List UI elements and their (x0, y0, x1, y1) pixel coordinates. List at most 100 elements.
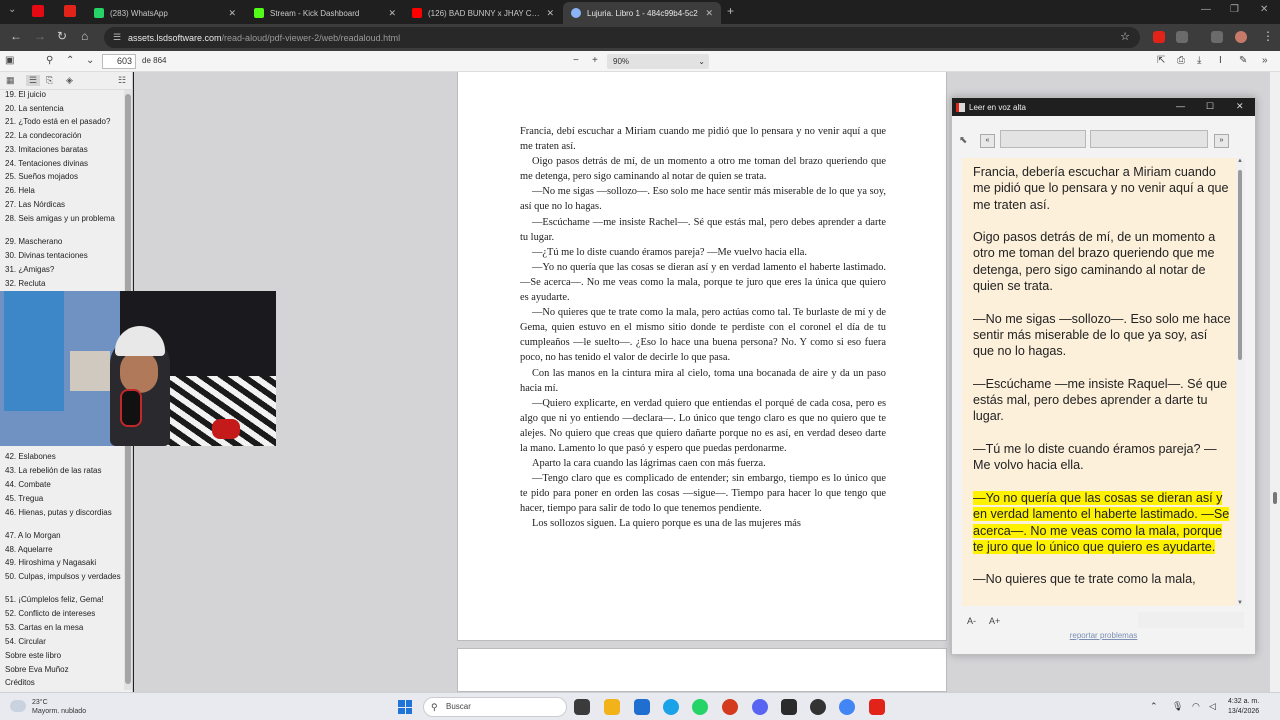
outline-item[interactable]: 51. ¡Cúmplelos feliz, Gema! (5, 595, 123, 604)
outline-item[interactable]: 50. Culpas, impulsos y verdades (5, 572, 123, 581)
profile-avatar[interactable] (1235, 31, 1247, 43)
attachments-icon[interactable]: ⎘ (46, 75, 53, 86)
outline-item[interactable]: 52. Conflicto de intereses (5, 609, 123, 618)
back-icon[interactable]: ← (10, 29, 22, 43)
tab-search-icon[interactable]: ⌄ (8, 4, 16, 15)
scroll-thumb[interactable] (1273, 492, 1277, 504)
tab-whatsapp[interactable]: (283) WhatsApp ✕ (86, 2, 244, 24)
clock[interactable]: 4:32 a. m. 13/4/2026 (1228, 697, 1259, 717)
outline-item[interactable]: 32. Recluta (5, 279, 123, 288)
volume-icon[interactable]: ◁ (1209, 701, 1216, 712)
find-icon[interactable]: ⚲ (46, 55, 53, 66)
close-tab-icon[interactable]: ✕ (546, 8, 554, 19)
chrome-icon[interactable] (839, 699, 855, 715)
extensions-icon[interactable] (1176, 31, 1188, 43)
tab-lujuria[interactable]: Lujuria. Libro 1 - 484c99b4-5c2 ✕ (563, 2, 721, 24)
scroll-up-icon[interactable]: ▲ (1237, 158, 1243, 164)
maximize-icon[interactable]: ☐ (1206, 101, 1214, 112)
close-tab-icon[interactable]: ✕ (705, 8, 713, 19)
close-tab-icon[interactable]: ✕ (228, 8, 236, 19)
decrease-font-button[interactable]: A- (967, 616, 976, 626)
print-icon[interactable]: ⎙ (1177, 55, 1185, 66)
forward-button[interactable]: » (1214, 134, 1229, 148)
text-scrollbar[interactable]: ▲ ▼ (1236, 158, 1245, 606)
tab-youtube[interactable]: (126) BAD BUNNY x JHAY CORTEZ ✕ (404, 2, 562, 24)
tray-chevron-icon[interactable]: ⌃ (1150, 701, 1158, 712)
new-tab-icon[interactable]: + (727, 4, 734, 18)
zoom-select[interactable]: 90% ⌄ (607, 54, 709, 69)
outline-item[interactable]: 27. Las Nórdicas (5, 200, 123, 209)
menu-icon[interactable]: ⋮ (1262, 29, 1274, 43)
close-window-icon[interactable]: ✕ (1260, 4, 1268, 15)
outline-item[interactable]: Sobre este libro (5, 651, 123, 660)
outline-item[interactable]: 46. Hienas, putas y discordias (5, 508, 123, 517)
layers-icon[interactable]: ◈ (66, 75, 73, 86)
close-tab-icon[interactable]: ✕ (388, 8, 396, 19)
bookmark-star-icon[interactable]: ☆ (1120, 30, 1130, 43)
home-icon[interactable]: ⌂ (81, 29, 88, 43)
start-button[interactable] (398, 700, 412, 714)
thumbnails-icon[interactable]: ▦ (6, 75, 15, 86)
report-problems-link[interactable]: reportar problemas (952, 631, 1255, 640)
zoom-in-icon[interactable]: + (592, 55, 598, 66)
outline-item[interactable]: 28. Seis amigas y un problema (5, 214, 123, 223)
maximize-icon[interactable]: ❐ (1230, 4, 1239, 15)
next-page-icon[interactable]: ⌄ (86, 55, 94, 66)
outline-item[interactable]: 24. Tentaciones divinas (5, 159, 123, 168)
wifi-icon[interactable]: ◠ (1192, 701, 1200, 712)
outline-item[interactable]: 53. Cartas en la mesa (5, 623, 123, 632)
discord-icon[interactable] (752, 699, 768, 715)
edge-icon[interactable] (663, 699, 679, 715)
open-file-icon[interactable]: ⇱ (1157, 55, 1165, 66)
outline-item[interactable]: 42. Eslabones (5, 452, 123, 461)
store-icon[interactable] (634, 699, 650, 715)
text-tool-icon[interactable]: I (1219, 55, 1222, 66)
file-explorer-icon[interactable] (604, 699, 620, 715)
increase-font-button[interactable]: A+ (989, 616, 1000, 626)
forward-icon[interactable]: → (34, 29, 46, 43)
task-view-icon[interactable] (574, 699, 590, 715)
outline-icon[interactable]: ☰ (26, 75, 41, 86)
netflix-tab[interactable] (32, 5, 44, 17)
outline-item[interactable]: 47. A lo Morgan (5, 531, 123, 540)
rewind-button[interactable]: « (980, 134, 995, 148)
outline-item[interactable]: 49. Hiroshima y Nagasaki (5, 558, 123, 567)
scroll-down-icon[interactable]: ▼ (1237, 600, 1243, 606)
download-icon[interactable]: ⤓ (1197, 55, 1201, 66)
outline-item[interactable]: Sobre Eva Muñoz (5, 665, 123, 674)
page-number-input[interactable]: 603 (102, 54, 136, 69)
voice-select[interactable] (1000, 130, 1086, 148)
media-icon[interactable] (1211, 31, 1223, 43)
close-icon[interactable]: ✕ (1236, 101, 1244, 112)
current-outline-icon[interactable]: ☷ (118, 75, 126, 86)
outline-item[interactable]: 30. Divinas tentaciones (5, 251, 123, 260)
scroll-thumb[interactable] (1238, 170, 1242, 360)
minimize-icon[interactable]: — (1201, 4, 1211, 15)
speed-select[interactable] (1090, 130, 1208, 148)
url-field[interactable]: ☰ assets.lsdsoftware.com/read-aloud/pdf-… (104, 27, 1140, 48)
read-aloud-app-icon[interactable] (869, 699, 885, 715)
pinned-tab-icon[interactable] (64, 5, 76, 17)
outline-item[interactable]: 44. Combate (5, 480, 123, 489)
capcut-icon[interactable] (781, 699, 797, 715)
outline-item[interactable]: Créditos (5, 678, 123, 687)
minimize-icon[interactable]: — (1176, 101, 1185, 111)
outline-item[interactable]: 26. Hela (5, 186, 123, 195)
outline-item[interactable]: 22. La condecoración (5, 131, 123, 140)
opera-icon[interactable] (722, 699, 738, 715)
microphone-icon[interactable]: 🎙 (1172, 701, 1183, 712)
viewer-scrollbar[interactable] (1270, 72, 1280, 692)
previous-page-icon[interactable]: ⌃ (66, 55, 74, 66)
outline-item[interactable]: 21. ¿Todo está en el pasado? (5, 117, 123, 126)
outline-item[interactable]: 43. La rebelión de las ratas (5, 466, 123, 475)
site-info-icon[interactable]: ☰ (113, 32, 121, 43)
outline-item[interactable]: 54. Circular (5, 637, 123, 646)
zoom-out-icon[interactable]: − (573, 55, 579, 66)
outline-item[interactable]: 20. La sentencia (5, 104, 123, 113)
reload-icon[interactable]: ↻ (57, 29, 67, 43)
more-tools-icon[interactable]: » (1262, 55, 1268, 66)
outline-item[interactable]: 23. Imitaciones baratas (5, 145, 123, 154)
outline-item[interactable]: 19. El juicio (5, 90, 123, 99)
tab-kick[interactable]: Stream - Kick Dashboard ✕ (246, 2, 404, 24)
outline-item[interactable]: 45. Tregua (5, 494, 123, 503)
